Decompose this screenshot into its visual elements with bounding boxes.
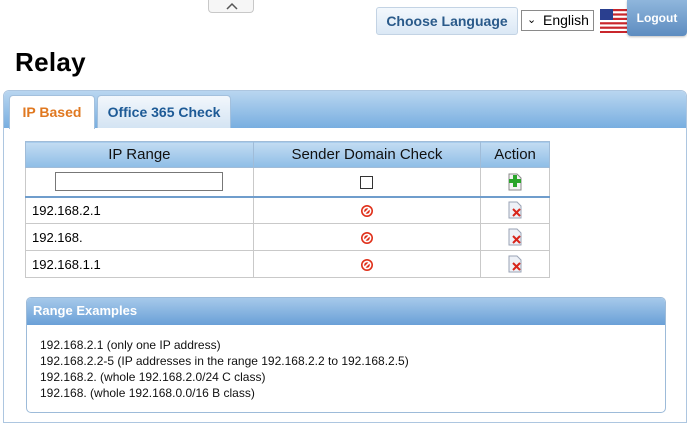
ip-range-input[interactable] [55, 172, 224, 192]
choose-language-button[interactable]: Choose Language [376, 7, 518, 35]
sender-check-cell [252, 250, 482, 278]
delete-document-icon[interactable] [507, 228, 523, 246]
ip-range-cell: 192.168.2.1 [25, 196, 254, 224]
example-line: 192.168.2. (whole 192.168.2.0/24 C class… [40, 370, 266, 384]
language-select[interactable]: ⌄ English [521, 10, 594, 31]
ip-range-cell: 192.168.1.1 [25, 250, 254, 278]
new-ip-cell [25, 167, 254, 198]
example-line: 192.168.2.2-5 (IP addresses in the range… [40, 354, 409, 368]
table-header-row: IP Range Sender Domain Check Action [25, 141, 550, 168]
new-entry-row [25, 167, 550, 198]
tab-ip-based[interactable]: IP Based [9, 95, 95, 129]
add-document-icon[interactable] [507, 173, 523, 191]
action-cell [480, 250, 550, 278]
us-flag-icon[interactable] [600, 6, 628, 36]
new-sender-check-cell [252, 167, 482, 198]
sender-check-cell [252, 196, 482, 224]
column-header-sender-domain-check: Sender Domain Check [252, 141, 482, 168]
page-title: Relay [15, 47, 86, 77]
disabled-icon[interactable] [360, 204, 374, 218]
example-line: 192.168.2.1 (only one IP address) [40, 338, 221, 352]
action-cell [480, 223, 550, 251]
collapse-toggle-button[interactable] [208, 0, 254, 13]
range-examples-title: Range Examples [27, 298, 665, 325]
sender-check-cell [252, 223, 482, 251]
range-examples-panel: Range Examples 192.168.2.1 (only one IP … [26, 297, 666, 413]
tab-office-365-check[interactable]: Office 365 Check [97, 95, 231, 128]
table-row: 192.168.2.1 [25, 196, 550, 224]
new-action-cell [480, 167, 550, 198]
delete-document-icon[interactable] [507, 201, 523, 219]
column-header-action: Action [480, 141, 550, 168]
sender-domain-checkbox[interactable] [360, 176, 374, 190]
chevron-up-icon [226, 2, 238, 10]
chevron-down-icon: ⌄ [527, 14, 537, 26]
language-select-value: English [543, 12, 589, 28]
disabled-icon[interactable] [360, 258, 374, 272]
disabled-icon[interactable] [360, 231, 374, 245]
action-cell [480, 196, 550, 224]
logout-button[interactable]: Logout [627, 0, 687, 36]
ip-range-cell: 192.168. [25, 223, 254, 251]
table-row: 192.168.1.1 [25, 250, 550, 278]
delete-document-icon[interactable] [507, 255, 523, 273]
example-line: 192.168. (whole 192.168.0.0/16 B class) [40, 386, 255, 400]
range-examples-body: 192.168.2.1 (only one IP address) 192.16… [27, 325, 665, 401]
relay-table: IP Range Sender Domain Check Action 192.… [25, 141, 550, 278]
tabs-panel: IP Based Office 365 Check IP Range Sende… [3, 90, 687, 423]
column-header-ip-range: IP Range [25, 141, 254, 168]
table-row: 192.168. [25, 223, 550, 251]
tab-bar: IP Based Office 365 Check [4, 91, 686, 129]
